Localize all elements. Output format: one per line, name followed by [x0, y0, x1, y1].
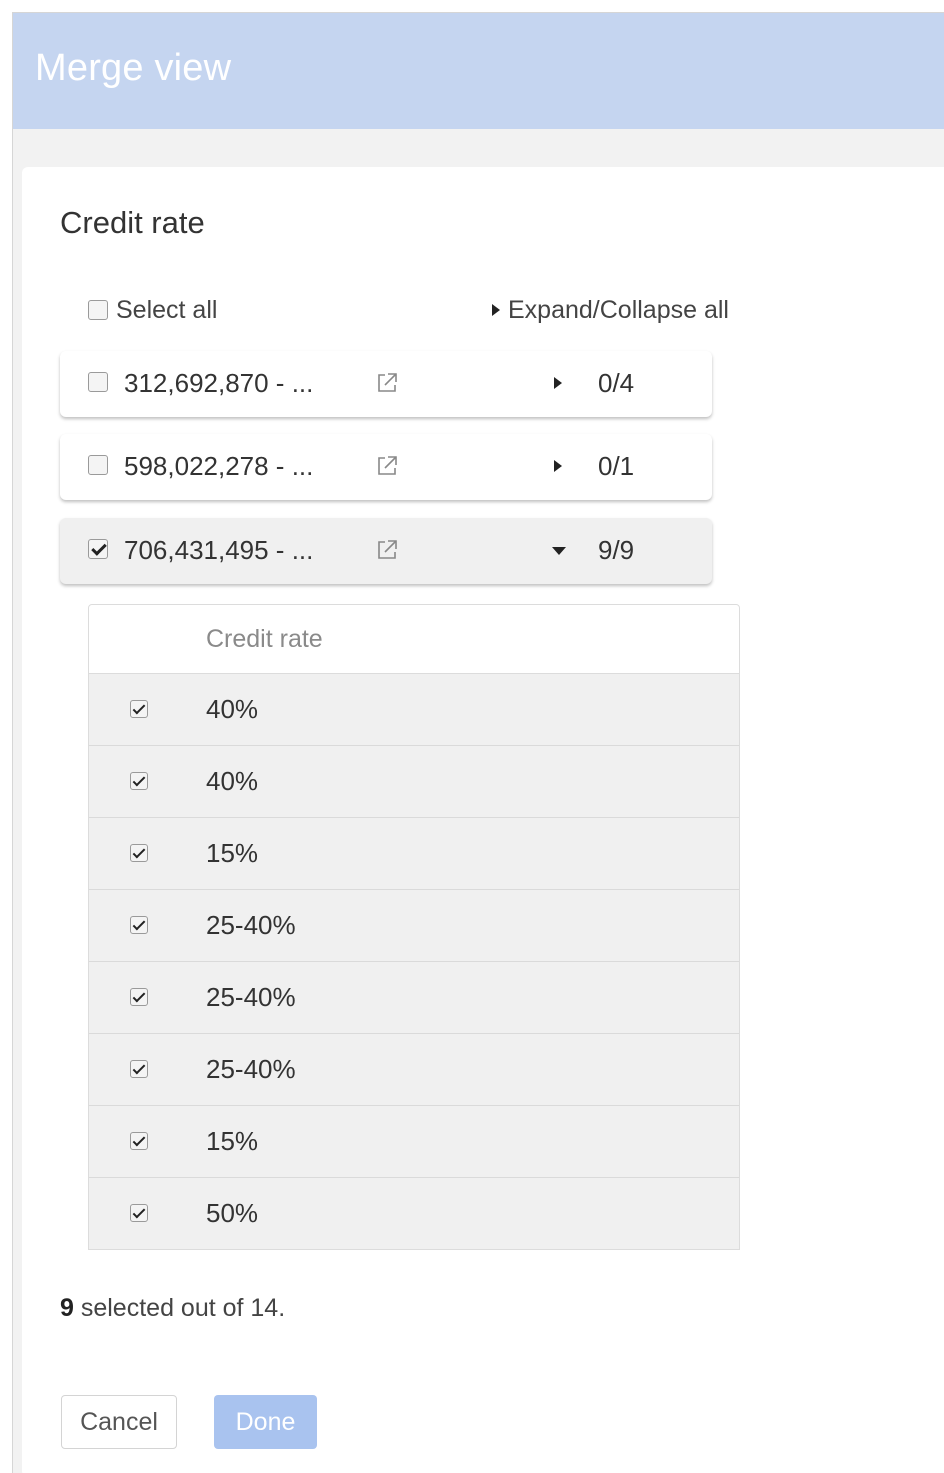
group-label: 598,022,278 - ...	[124, 451, 314, 481]
external-link-icon[interactable]	[374, 453, 400, 479]
done-button[interactable]: Done	[214, 1395, 317, 1449]
row-value: 25-40%	[206, 982, 296, 1012]
selection-summary: 9 selected out of 14.	[60, 1294, 285, 1323]
expand-triangle-right-icon[interactable]	[554, 460, 562, 472]
group-checkbox[interactable]	[88, 539, 108, 559]
row-value: 40%	[206, 694, 259, 724]
group-count: 0/1	[598, 451, 635, 481]
table-row[interactable]: 25-40%	[89, 1034, 739, 1106]
group-count: 9/9	[598, 535, 635, 565]
row-checkbox[interactable]	[130, 1132, 148, 1150]
row-checkbox[interactable]	[130, 916, 148, 934]
selected-count: 9	[60, 1294, 74, 1322]
table-row[interactable]: 40%	[89, 674, 739, 746]
row-value: 40%	[206, 766, 259, 796]
group-label: 706,431,495 - ...	[124, 535, 314, 565]
select-all-checkbox[interactable]	[88, 300, 108, 320]
group-label: 312,692,870 - ...	[124, 368, 314, 398]
group-row[interactable]: 598,022,278 - ... 0/1	[60, 434, 712, 500]
table-header: Credit rate	[89, 605, 739, 674]
triangle-right-icon	[492, 304, 500, 316]
group-checkbox[interactable]	[88, 372, 108, 392]
expand-collapse-all-label: Expand/Collapse all	[508, 295, 729, 324]
merge-view-window: Merge view Credit rate Select all Expand…	[12, 12, 944, 1473]
row-checkbox[interactable]	[130, 1060, 148, 1078]
group-count: 0/4	[598, 368, 635, 398]
merge-panel: Credit rate Select all Expand/Collapse a…	[22, 167, 944, 1473]
group-row[interactable]: 706,431,495 - ... 9/9	[60, 518, 712, 584]
row-checkbox[interactable]	[130, 1204, 148, 1222]
column-header-credit-rate: Credit rate	[206, 625, 323, 653]
titlebar: Merge view	[13, 13, 944, 129]
table-row[interactable]: 15%	[89, 1106, 739, 1178]
credit-rate-table: Credit rate 40% 40% 15% 25-40% 25-40% 25…	[88, 604, 740, 1250]
row-value: 15%	[206, 838, 259, 868]
select-all-label: Select all	[116, 295, 218, 324]
row-value: 15%	[206, 1126, 259, 1156]
row-value: 25-40%	[206, 910, 296, 940]
table-row[interactable]: 50%	[89, 1178, 739, 1249]
table-row[interactable]: 40%	[89, 746, 739, 818]
panel-heading: Credit rate	[60, 205, 205, 240]
external-link-icon[interactable]	[374, 537, 400, 563]
expand-triangle-right-icon[interactable]	[554, 377, 562, 389]
window-title: Merge view	[35, 47, 232, 89]
row-value: 50%	[206, 1198, 259, 1228]
group-row[interactable]: 312,692,870 - ... 0/4	[60, 351, 712, 417]
row-checkbox[interactable]	[130, 700, 148, 718]
row-value: 25-40%	[206, 1054, 296, 1084]
external-link-icon[interactable]	[374, 370, 400, 396]
table-row[interactable]: 25-40%	[89, 962, 739, 1034]
row-checkbox[interactable]	[130, 844, 148, 862]
row-checkbox[interactable]	[130, 988, 148, 1006]
cancel-button[interactable]: Cancel	[61, 1395, 177, 1449]
collapse-triangle-down-icon[interactable]	[552, 547, 566, 555]
select-all-control[interactable]: Select all	[88, 295, 217, 325]
table-row[interactable]: 25-40%	[89, 890, 739, 962]
row-checkbox[interactable]	[130, 772, 148, 790]
group-checkbox[interactable]	[88, 455, 108, 475]
table-row[interactable]: 15%	[89, 818, 739, 890]
expand-collapse-all-control[interactable]: Expand/Collapse all	[492, 295, 729, 325]
selection-summary-text: selected out of 14.	[73, 1294, 286, 1322]
